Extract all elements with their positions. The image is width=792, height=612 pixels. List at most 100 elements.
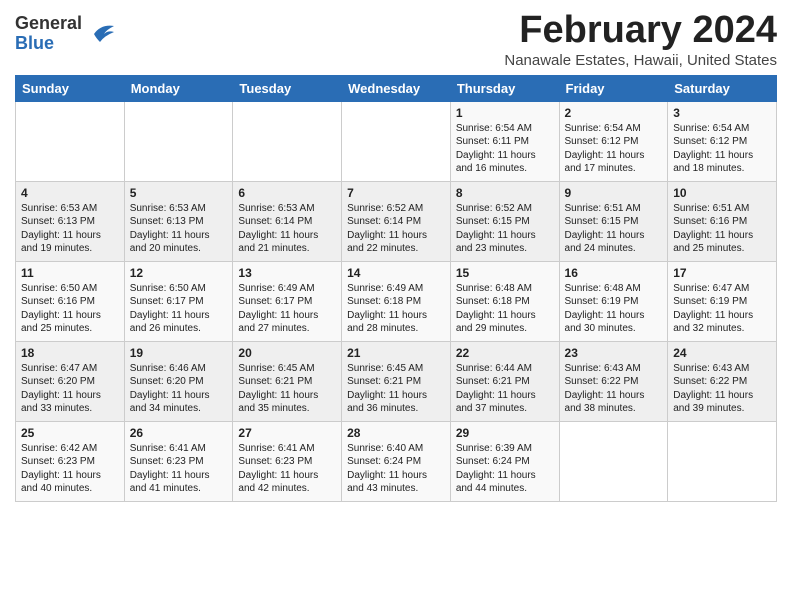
calendar-cell: 19Sunrise: 6:46 AMSunset: 6:20 PMDayligh… xyxy=(124,341,233,421)
calendar-header-row: SundayMondayTuesdayWednesdayThursdayFrid… xyxy=(16,75,777,101)
calendar-cell xyxy=(559,421,668,501)
calendar-cell: 9Sunrise: 6:51 AMSunset: 6:15 PMDaylight… xyxy=(559,181,668,261)
calendar-cell xyxy=(342,101,451,181)
day-info: Sunrise: 6:52 AMSunset: 6:14 PMDaylight:… xyxy=(347,202,445,256)
calendar-cell: 3 Sunrise: 6:54 AMSunset: 6:12 PMDaylight… xyxy=(668,101,777,181)
day-number: 2 xyxy=(565,106,663,120)
logo-blue-text: Blue xyxy=(15,34,82,54)
day-number: 17 xyxy=(673,266,771,280)
calendar-cell: 24 Sunrise: 6:43 AMSunset: 6:22 PMDayligh… xyxy=(668,341,777,421)
day-number: 13 xyxy=(238,266,336,280)
day-number: 6 xyxy=(238,186,336,200)
calendar-cell: 21Sunrise: 6:45 AMSunset: 6:21 PMDayligh… xyxy=(342,341,451,421)
day-number: 29 xyxy=(456,426,554,440)
day-number: 21 xyxy=(347,346,445,360)
day-number: 24 xyxy=(673,346,771,360)
calendar-week-row: 11 Sunrise: 6:50 AMSunset: 6:16 PMDayligh… xyxy=(16,261,777,341)
calendar-cell: 20 Sunrise: 6:45 AMSunset: 6:21 PMDayligh… xyxy=(233,341,342,421)
day-number: 28 xyxy=(347,426,445,440)
calendar-week-row: 1 Sunrise: 6:54 AMSunset: 6:11 PMDaylight… xyxy=(16,101,777,181)
day-info: Sunrise: 6:41 AMSunset: 6:23 PMDaylight:… xyxy=(130,442,228,496)
calendar-cell: 28Sunrise: 6:40 AMSunset: 6:24 PMDayligh… xyxy=(342,421,451,501)
calendar-week-row: 25Sunrise: 6:42 AMSunset: 6:23 PMDayligh… xyxy=(16,421,777,501)
logo-general-text: General xyxy=(15,14,82,34)
calendar-title: February 2024 xyxy=(504,10,777,52)
day-number: 1 xyxy=(456,106,554,120)
day-info: Sunrise: 6:49 AMSunset: 6:18 PMDaylight:… xyxy=(347,282,445,336)
day-number: 26 xyxy=(130,426,228,440)
day-number: 19 xyxy=(130,346,228,360)
calendar-cell: 25Sunrise: 6:42 AMSunset: 6:23 PMDayligh… xyxy=(16,421,125,501)
calendar-header-tuesday: Tuesday xyxy=(233,75,342,101)
calendar-header-friday: Friday xyxy=(559,75,668,101)
day-info: Sunrise: 6:44 AMSunset: 6:21 PMDaylight:… xyxy=(456,362,554,416)
day-number: 20 xyxy=(238,346,336,360)
calendar-cell: 23Sunrise: 6:43 AMSunset: 6:22 PMDayligh… xyxy=(559,341,668,421)
calendar-cell: 8 Sunrise: 6:52 AMSunset: 6:15 PMDaylight… xyxy=(450,181,559,261)
day-number: 11 xyxy=(21,266,119,280)
calendar-header-wednesday: Wednesday xyxy=(342,75,451,101)
calendar-header-monday: Monday xyxy=(124,75,233,101)
day-number: 3 xyxy=(673,106,771,120)
calendar-cell: 16 Sunrise: 6:48 AMSunset: 6:19 PMDayligh… xyxy=(559,261,668,341)
day-info: Sunrise: 6:41 AMSunset: 6:23 PMDaylight:… xyxy=(238,442,336,496)
day-info: Sunrise: 6:50 AMSunset: 6:16 PMDaylight:… xyxy=(21,282,119,336)
day-info: Sunrise: 6:51 AMSunset: 6:16 PMDaylight:… xyxy=(673,202,771,256)
day-number: 27 xyxy=(238,426,336,440)
calendar-cell: 18Sunrise: 6:47 AMSunset: 6:20 PMDayligh… xyxy=(16,341,125,421)
calendar-header-saturday: Saturday xyxy=(668,75,777,101)
logo: General Blue xyxy=(15,14,116,54)
calendar-cell: 12 Sunrise: 6:50 AMSunset: 6:17 PMDayligh… xyxy=(124,261,233,341)
day-info: Sunrise: 6:45 AMSunset: 6:21 PMDaylight:… xyxy=(238,362,336,416)
calendar-cell: 10 Sunrise: 6:51 AMSunset: 6:16 PMDayligh… xyxy=(668,181,777,261)
day-info: Sunrise: 6:50 AMSunset: 6:17 PMDaylight:… xyxy=(130,282,228,336)
day-info: Sunrise: 6:47 AMSunset: 6:19 PMDaylight:… xyxy=(673,282,771,336)
calendar-cell: 7 Sunrise: 6:52 AMSunset: 6:14 PMDaylight… xyxy=(342,181,451,261)
day-number: 10 xyxy=(673,186,771,200)
day-number: 14 xyxy=(347,266,445,280)
calendar-cell: 27 Sunrise: 6:41 AMSunset: 6:23 PMDayligh… xyxy=(233,421,342,501)
calendar-cell: 11 Sunrise: 6:50 AMSunset: 6:16 PMDayligh… xyxy=(16,261,125,341)
calendar-cell: 1 Sunrise: 6:54 AMSunset: 6:11 PMDaylight… xyxy=(450,101,559,181)
calendar-cell: 17 Sunrise: 6:47 AMSunset: 6:19 PMDayligh… xyxy=(668,261,777,341)
calendar-week-row: 4Sunrise: 6:53 AMSunset: 6:13 PMDaylight… xyxy=(16,181,777,261)
day-info: Sunrise: 6:48 AMSunset: 6:19 PMDaylight:… xyxy=(565,282,663,336)
day-number: 18 xyxy=(21,346,119,360)
day-info: Sunrise: 6:53 AMSunset: 6:14 PMDaylight:… xyxy=(238,202,336,256)
calendar-header-sunday: Sunday xyxy=(16,75,125,101)
day-number: 5 xyxy=(130,186,228,200)
day-number: 25 xyxy=(21,426,119,440)
day-info: Sunrise: 6:43 AMSunset: 6:22 PMDaylight:… xyxy=(673,362,771,416)
day-info: Sunrise: 6:48 AMSunset: 6:18 PMDaylight:… xyxy=(456,282,554,336)
calendar-subtitle: Nanawale Estates, Hawaii, United States xyxy=(504,52,777,69)
calendar-cell: 15 Sunrise: 6:48 AMSunset: 6:18 PMDayligh… xyxy=(450,261,559,341)
calendar-cell xyxy=(124,101,233,181)
calendar-header-thursday: Thursday xyxy=(450,75,559,101)
day-info: Sunrise: 6:53 AMSunset: 6:13 PMDaylight:… xyxy=(21,202,119,256)
day-info: Sunrise: 6:54 AMSunset: 6:11 PMDaylight:… xyxy=(456,122,554,176)
calendar-cell: 14 Sunrise: 6:49 AMSunset: 6:18 PMDayligh… xyxy=(342,261,451,341)
calendar-cell: 4Sunrise: 6:53 AMSunset: 6:13 PMDaylight… xyxy=(16,181,125,261)
logo-bird-icon xyxy=(86,22,116,46)
calendar-week-row: 18Sunrise: 6:47 AMSunset: 6:20 PMDayligh… xyxy=(16,341,777,421)
day-info: Sunrise: 6:43 AMSunset: 6:22 PMDaylight:… xyxy=(565,362,663,416)
day-number: 22 xyxy=(456,346,554,360)
day-number: 7 xyxy=(347,186,445,200)
day-info: Sunrise: 6:39 AMSunset: 6:24 PMDaylight:… xyxy=(456,442,554,496)
day-number: 16 xyxy=(565,266,663,280)
day-number: 15 xyxy=(456,266,554,280)
calendar-cell: 6 Sunrise: 6:53 AMSunset: 6:14 PMDaylight… xyxy=(233,181,342,261)
day-info: Sunrise: 6:49 AMSunset: 6:17 PMDaylight:… xyxy=(238,282,336,336)
calendar-cell xyxy=(16,101,125,181)
day-number: 12 xyxy=(130,266,228,280)
day-number: 8 xyxy=(456,186,554,200)
calendar-cell: 26 Sunrise: 6:41 AMSunset: 6:23 PMDayligh… xyxy=(124,421,233,501)
day-info: Sunrise: 6:54 AMSunset: 6:12 PMDaylight:… xyxy=(565,122,663,176)
calendar-cell: 13 Sunrise: 6:49 AMSunset: 6:17 PMDayligh… xyxy=(233,261,342,341)
calendar-cell xyxy=(668,421,777,501)
day-info: Sunrise: 6:54 AMSunset: 6:12 PMDaylight:… xyxy=(673,122,771,176)
calendar-cell: 22 Sunrise: 6:44 AMSunset: 6:21 PMDayligh… xyxy=(450,341,559,421)
day-info: Sunrise: 6:52 AMSunset: 6:15 PMDaylight:… xyxy=(456,202,554,256)
calendar-cell: 2 Sunrise: 6:54 AMSunset: 6:12 PMDaylight… xyxy=(559,101,668,181)
calendar-cell: 5Sunrise: 6:53 AMSunset: 6:13 PMDaylight… xyxy=(124,181,233,261)
